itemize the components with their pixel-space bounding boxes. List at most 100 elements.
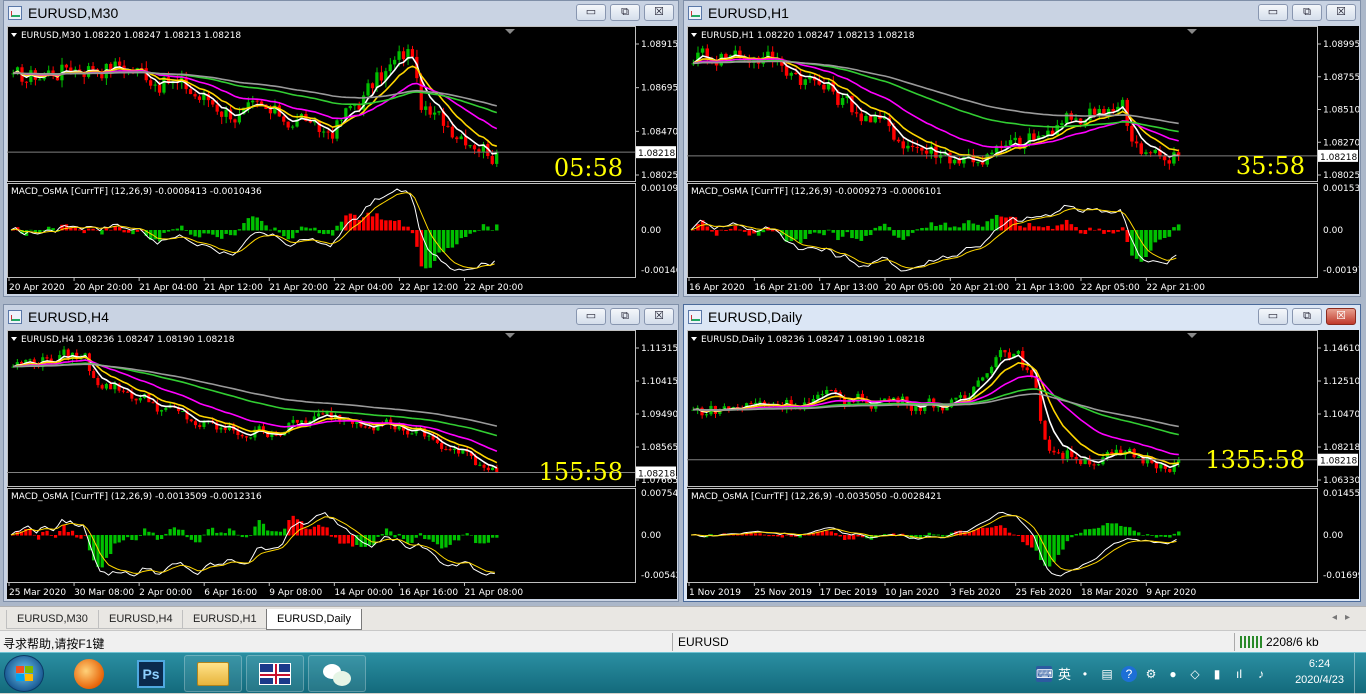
status-bar: 寻求帮助,请按F1键 EURUSD 2208/6 kb <box>0 630 1366 652</box>
histogram-bar <box>472 230 477 233</box>
chart-area[interactable]: 1.08218 1.08995 1.08755 1.08510 1.08270 1.080… <box>687 26 1359 294</box>
tab-eurusd-h4[interactable]: EURUSD,H4 <box>98 610 184 629</box>
candle-body <box>491 467 495 471</box>
chart-svg[interactable]: 1.082181.113151.104151.094901.085651.076… <box>7 330 677 599</box>
signal-icon[interactable]: ıl <box>1231 666 1247 682</box>
histogram-bar <box>401 226 406 231</box>
candle-body <box>1083 458 1087 465</box>
chart-svg[interactable]: 1.08218 1.08995 1.08755 1.08510 1.08270 1.080… <box>687 26 1359 294</box>
settings-icon[interactable]: ⚙ <box>1143 666 1159 682</box>
network-icon[interactable]: ▮ <box>1209 666 1225 682</box>
histogram-bar <box>58 530 62 536</box>
candle-body <box>367 427 371 429</box>
security-icon[interactable]: ◇ <box>1187 666 1203 682</box>
histogram-bar <box>295 230 299 233</box>
help-icon[interactable]: ? <box>1121 665 1138 682</box>
tab-eurusd-h1[interactable]: EURUSD,H1 <box>182 610 268 629</box>
close-button[interactable]: ☒ <box>644 308 674 325</box>
chart-window-daily[interactable]: EURUSD,Daily ▭ ⧉ ☒ 1.08218 1.14610 1.12510… <box>683 304 1361 602</box>
minimize-button[interactable]: ▭ <box>576 4 606 21</box>
histogram-bar <box>51 228 55 231</box>
time-axis-label: 21 Apr 08:00 <box>464 588 523 598</box>
keyboard-icon[interactable]: ▤ <box>1099 666 1115 682</box>
histogram-bar <box>109 535 113 555</box>
histogram-bar <box>304 528 308 536</box>
histogram-bar <box>117 227 122 231</box>
chart-window-m30[interactable]: EURUSD,M30 ▭ ⧉ ☒ 1.08218 1.08915 1.08695 1.… <box>3 0 679 297</box>
restore-button[interactable]: ⧉ <box>1292 4 1322 21</box>
minimize-button[interactable]: ▭ <box>1258 4 1288 21</box>
histogram-bar <box>490 230 495 231</box>
tab-scroll-arrows[interactable]: ◂▸ <box>1332 612 1358 623</box>
start-button[interactable] <box>4 655 44 692</box>
histogram-bar <box>868 230 873 236</box>
histogram-bar <box>742 230 747 232</box>
histogram-bar <box>936 534 940 536</box>
volume-icon[interactable]: ♪ <box>1253 666 1269 682</box>
punctuation-icon[interactable]: • <box>1077 666 1093 682</box>
restore-button[interactable]: ⧉ <box>610 308 640 325</box>
taskbar-explorer[interactable] <box>184 655 242 692</box>
close-button[interactable]: ☒ <box>1326 4 1356 21</box>
histogram-bar <box>812 230 817 233</box>
chart-window-h1[interactable]: EURUSD,H1 ▭ ⧉ ☒ 1.08218 1.08995 1.08755 1.0… <box>683 0 1361 297</box>
window-titlebar[interactable]: EURUSD,H4 ▭ ⧉ ☒ <box>4 305 678 329</box>
window-titlebar[interactable]: EURUSD,M30 ▭ ⧉ ☒ <box>4 1 678 25</box>
histogram-bar <box>1096 527 1101 536</box>
histogram-bar <box>210 527 215 536</box>
window-title: EURUSD,M30 <box>28 5 119 21</box>
price-tick-label: 1.14610 <box>1323 344 1359 354</box>
window-titlebar[interactable]: EURUSD,Daily ▭ ⧉ ☒ <box>684 305 1360 329</box>
chart-svg[interactable]: 1.08218 1.14610 1.12510 1.10470 1.08218 1.063… <box>687 330 1359 599</box>
histogram-bar <box>202 534 206 536</box>
restore-button[interactable]: ⧉ <box>1292 308 1322 325</box>
histogram-bar <box>747 230 752 236</box>
chart-area[interactable]: 1.08218 1.14610 1.12510 1.10470 1.08218 1.063… <box>687 330 1359 599</box>
histogram-bar <box>171 229 175 231</box>
histogram-bar <box>277 230 282 233</box>
wechat-tray-icon[interactable]: ● <box>1165 666 1181 682</box>
minimize-button[interactable]: ▭ <box>1258 308 1288 325</box>
histogram-bar <box>304 227 308 231</box>
indicator-label: MACD_OsMA [CurrTF] (12,26,9) -0.0009273 … <box>691 187 942 197</box>
histogram-bar <box>66 531 70 536</box>
candle-body <box>864 115 868 122</box>
ime-icon[interactable]: ⌨ <box>1036 665 1053 682</box>
candle-body <box>432 112 437 115</box>
time-axis-label: 22 Apr 12:00 <box>399 283 458 293</box>
histogram-bar <box>135 230 140 232</box>
histogram-bar <box>233 230 237 236</box>
chart-area[interactable]: 1.08218 1.08915 1.08695 1.08470 1.08025 EURUS… <box>7 26 677 294</box>
histogram-bar <box>728 228 733 231</box>
histogram-bar <box>1162 230 1167 239</box>
chart-svg[interactable]: 1.08218 1.08915 1.08695 1.08470 1.08025 EURUS… <box>7 26 677 294</box>
histogram-bar <box>477 230 481 231</box>
taskbar-firefox[interactable] <box>60 655 118 692</box>
taskbar-photoshop[interactable]: Ps <box>122 655 180 692</box>
close-button[interactable]: ☒ <box>644 4 674 21</box>
tab-eurusd-m30[interactable]: EURUSD,M30 <box>6 610 99 629</box>
taskbar-wechat[interactable] <box>308 655 366 692</box>
candle-body <box>291 419 295 423</box>
tab-eurusd-daily[interactable]: EURUSD,Daily <box>266 609 362 630</box>
taskbar-metatrader[interactable] <box>246 655 304 692</box>
candle-body <box>859 113 863 122</box>
ime-lang[interactable]: 英 <box>1058 664 1071 683</box>
close-button[interactable]: ☒ <box>1326 308 1356 325</box>
connection-bars-icon <box>1240 636 1262 648</box>
chart-window-h4[interactable]: EURUSD,H4 ▭ ⧉ ☒ 1.08218 1.11315 1.10415 1.0… <box>3 304 679 602</box>
clock[interactable]: 6:24 2020/4/23 <box>1295 656 1344 688</box>
show-desktop-button[interactable] <box>1354 653 1366 694</box>
chart-area[interactable]: 1.08218 1.11315 1.10415 1.09490 1.08565 1.076… <box>7 330 677 599</box>
clock-time: 6:24 <box>1308 658 1331 670</box>
time-axis-label: 25 Nov 2019 <box>754 588 812 598</box>
minimize-button[interactable]: ▭ <box>576 308 606 325</box>
histogram-bar <box>1097 228 1102 231</box>
candle-body <box>149 80 153 86</box>
candle-body <box>1032 133 1036 140</box>
candle-body <box>193 421 198 426</box>
restore-button[interactable]: ⧉ <box>610 4 640 21</box>
histogram-bar <box>798 230 803 244</box>
window-titlebar[interactable]: EURUSD,H1 ▭ ⧉ ☒ <box>684 1 1360 25</box>
histogram-bar <box>481 224 486 231</box>
